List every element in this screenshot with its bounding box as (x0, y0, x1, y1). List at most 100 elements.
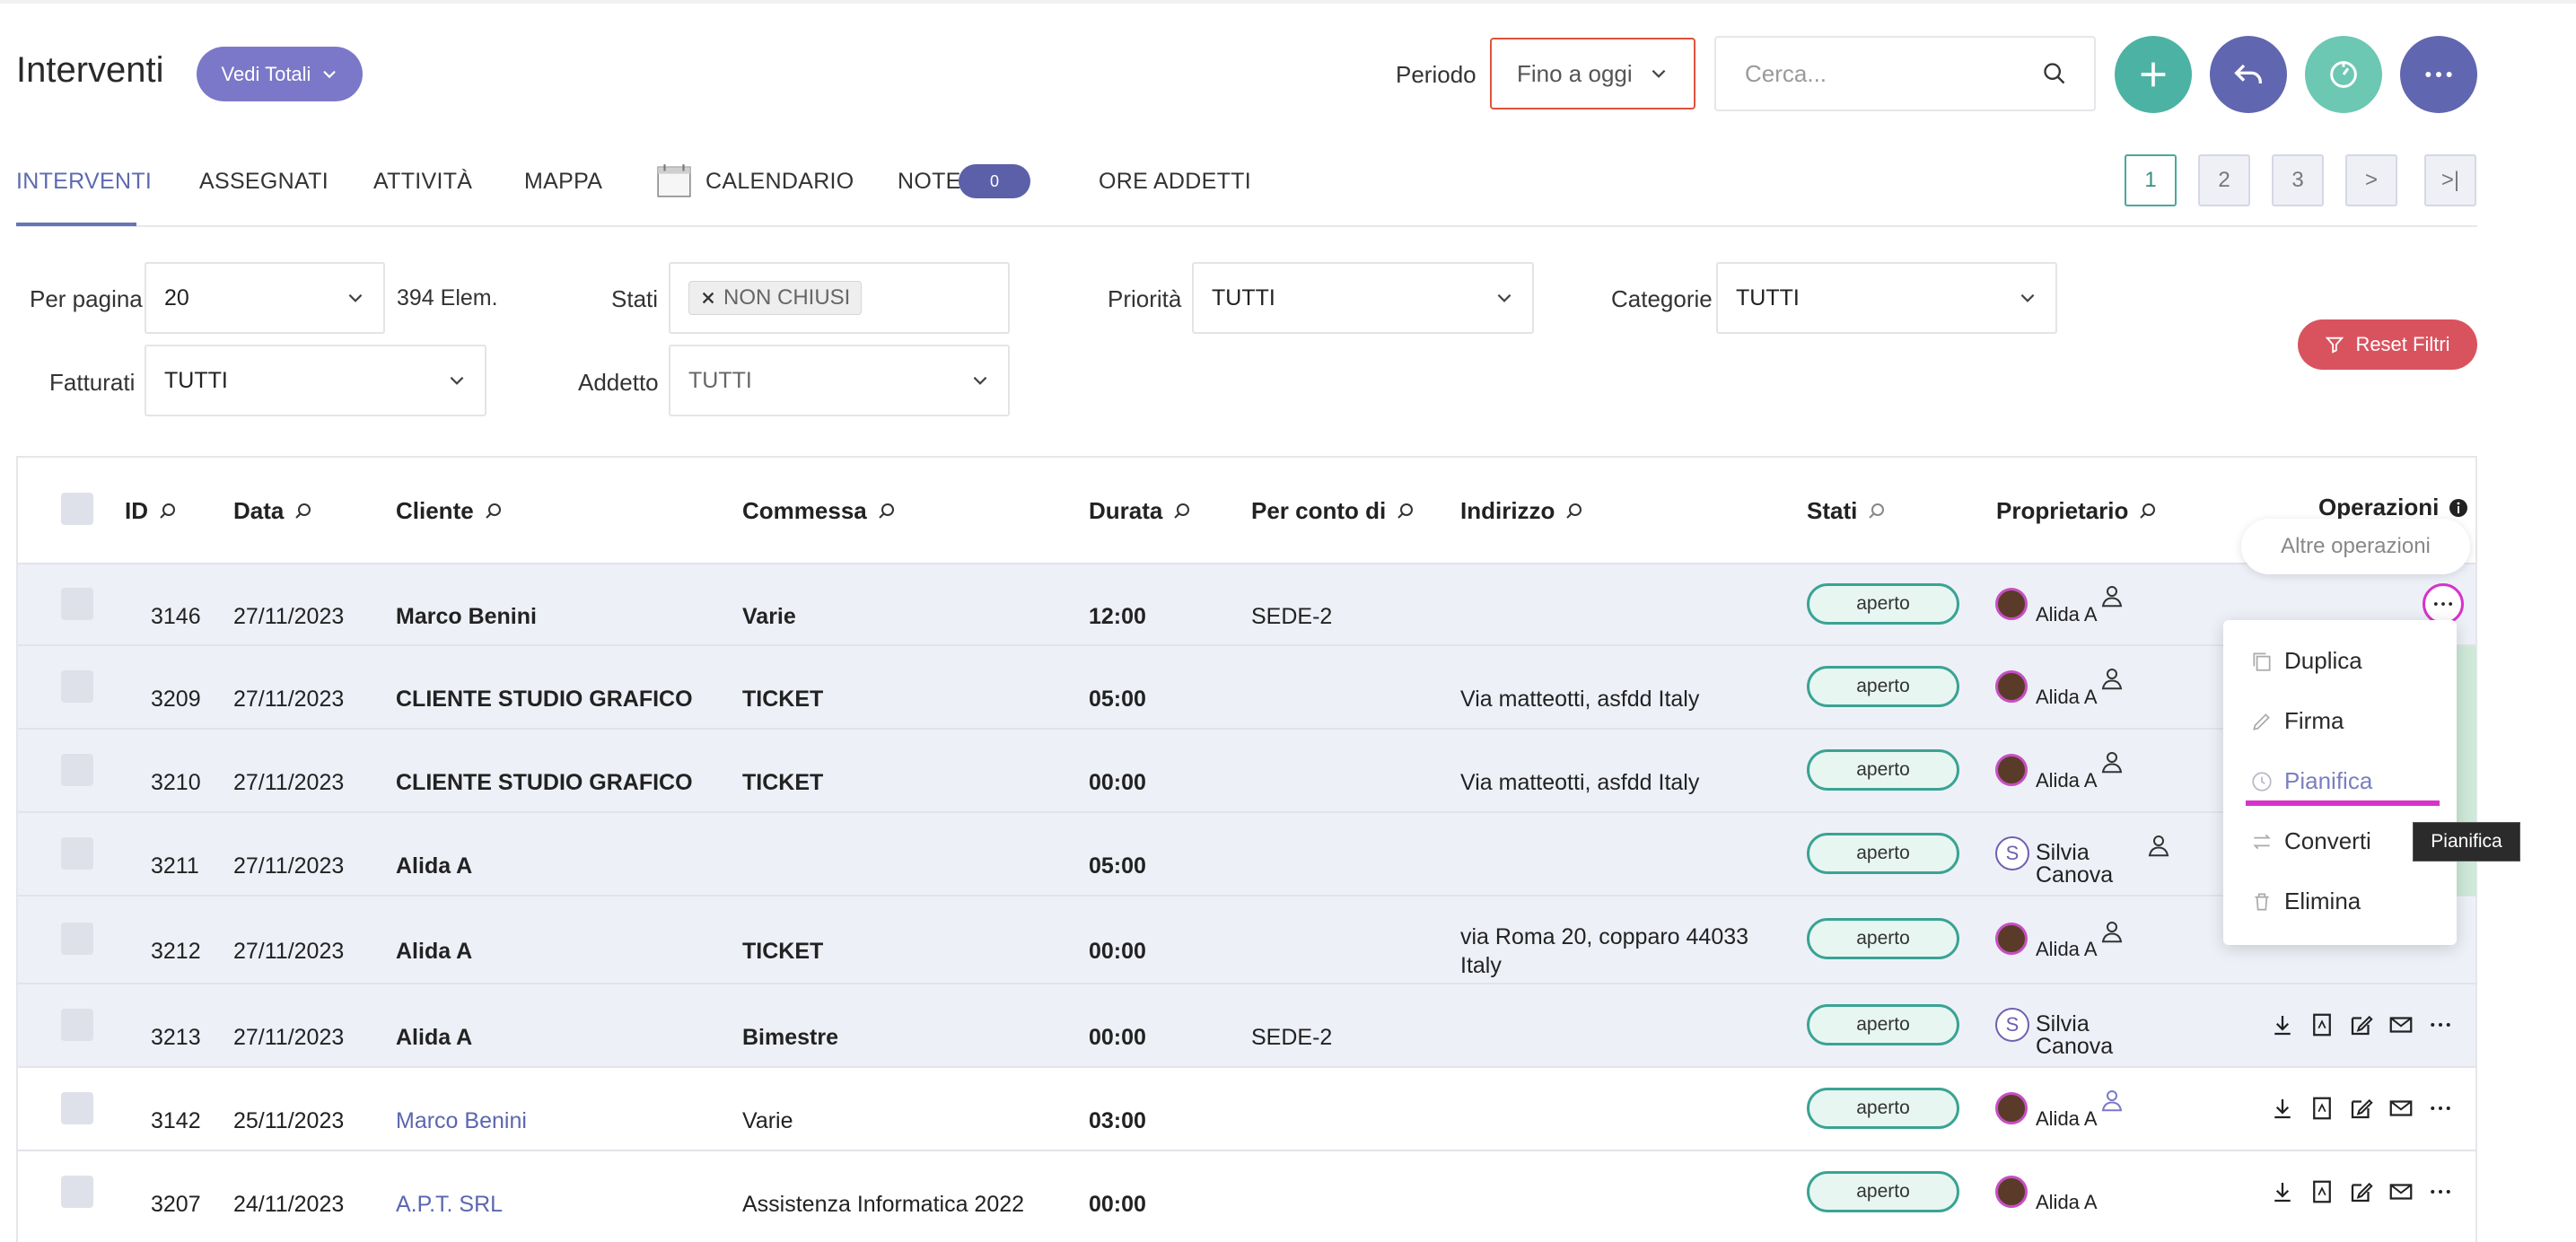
menu-item-elimina[interactable]: Elimina (2250, 888, 2361, 915)
row-checkbox[interactable] (61, 669, 93, 703)
header-durata[interactable]: Durata (1089, 497, 1193, 525)
row-checkbox[interactable] (61, 753, 93, 786)
search-input[interactable] (1743, 58, 2016, 89)
chevron-down-icon (1652, 69, 1666, 78)
tab-note[interactable]: NOTE (898, 169, 961, 195)
assign-user-icon[interactable] (2098, 1087, 2125, 1118)
header-indirizzo[interactable]: Indirizzo (1460, 497, 1585, 525)
edit-icon (2351, 1015, 2373, 1035)
search-icon (1174, 503, 1190, 519)
vedi-totali-label: Vedi Totali (221, 62, 311, 85)
owner-name: Silvia Canova (2036, 1011, 2114, 1059)
header-cliente[interactable]: Cliente (396, 497, 504, 525)
row-operations[interactable] (2269, 1011, 2454, 1038)
per-pagina-select[interactable]: 20 (145, 262, 385, 334)
tab-ore-addetti[interactable]: ORE ADDETTI (1099, 169, 1251, 195)
header-stati[interactable]: Stati (1807, 497, 1888, 525)
stati-select[interactable]: NON CHIUSI (669, 262, 1010, 334)
fatturati-label: Fatturati (49, 369, 136, 396)
tab-mappa[interactable]: MAPPA (524, 169, 602, 195)
assign-user-icon[interactable] (2098, 748, 2125, 780)
row-operations[interactable] (2269, 1095, 2454, 1122)
row-checkbox[interactable] (61, 1091, 93, 1124)
row-checkbox[interactable] (61, 587, 93, 620)
next-page-button[interactable]: > (2345, 154, 2397, 206)
chevron-down-icon (450, 376, 464, 385)
more-dots-icon (2431, 1106, 2450, 1110)
search-box[interactable] (1714, 36, 2096, 111)
row-checkbox[interactable] (61, 836, 93, 870)
row-cliente: CLIENTE STUDIO GRAFICO (396, 686, 693, 712)
periodo-select[interactable]: Fino a oggi (1490, 38, 1695, 109)
stati-chip[interactable]: NON CHIUSI (688, 281, 863, 315)
menu-item-converti[interactable]: Converti (2250, 827, 2371, 855)
row-checkbox[interactable] (61, 1008, 93, 1041)
owner-name: Alida A (2036, 1106, 2098, 1130)
assign-user-icon[interactable] (2098, 918, 2125, 949)
tab-interventi[interactable]: INTERVENTI (16, 169, 152, 195)
person-icon (2148, 835, 2169, 857)
row-more-button[interactable] (2423, 582, 2464, 625)
search-icon[interactable] (2042, 61, 2067, 86)
row-indirizzo: Via matteotti, asfdd Italy (1460, 686, 1700, 712)
periodo-value: Fino a oggi (1517, 59, 1633, 87)
assign-user-icon[interactable] (2098, 665, 2125, 696)
status-badge: aperto (1807, 918, 1959, 959)
more-dots-icon (2433, 601, 2453, 606)
search-icon (160, 503, 175, 519)
back-button[interactable] (2210, 36, 2287, 113)
menu-item-duplica[interactable]: Duplica (2250, 647, 2362, 675)
categorie-select[interactable]: TUTTI (1716, 262, 2057, 334)
chevron-down-icon (2020, 293, 2035, 302)
pianifica-tooltip: Pianifica (2413, 822, 2520, 862)
filter-icon (2326, 337, 2344, 354)
reset-filters-button[interactable]: Reset Filtri (2298, 319, 2477, 370)
header-data[interactable]: Data (233, 497, 314, 525)
header-id[interactable]: ID (125, 497, 179, 525)
row-cliente[interactable]: Marco Benini (396, 1108, 527, 1134)
operations-dropdown: Duplica Firma Pianifica Converti Elimina (2223, 620, 2457, 945)
assign-user-icon[interactable] (2145, 832, 2172, 863)
assign-user-icon[interactable] (2098, 582, 2125, 614)
row-checkbox[interactable] (61, 923, 93, 955)
vedi-totali-button[interactable]: Vedi Totali (197, 47, 363, 101)
row-cliente[interactable]: A.P.T. SRL (396, 1192, 503, 1218)
copy-icon (2253, 652, 2271, 671)
row-cliente: Alida A (396, 1024, 473, 1050)
addetto-select[interactable]: TUTTI (669, 345, 1010, 416)
more-button[interactable] (2400, 36, 2477, 113)
tab-calendario[interactable]: CALENDARIO (705, 169, 854, 195)
add-button[interactable] (2115, 36, 2192, 113)
close-icon[interactable] (700, 290, 716, 306)
status-badge: aperto (1807, 748, 1959, 791)
search-icon (295, 503, 311, 519)
owner-name: Alida A (2036, 602, 2098, 625)
more-dots-icon (2431, 1189, 2450, 1194)
tab-assegnati[interactable]: ASSEGNATI (199, 169, 329, 195)
row-id: 3207 (151, 1191, 201, 1217)
fatturati-select[interactable]: TUTTI (145, 345, 486, 416)
page-1-button[interactable]: 1 (2125, 154, 2177, 206)
avatar: S (1995, 835, 2029, 870)
menu-item-pianifica[interactable]: Pianifica (2250, 767, 2372, 795)
search-icon (879, 503, 894, 519)
page-2-button[interactable]: 2 (2198, 154, 2250, 206)
menu-item-firma[interactable]: Firma (2250, 707, 2344, 735)
status-badge: aperto (1807, 1087, 1959, 1129)
last-page-button[interactable]: >| (2424, 154, 2476, 206)
row-data: 27/11/2023 (233, 603, 345, 629)
priorita-select[interactable]: TUTTI (1192, 262, 1534, 334)
tab-attivita[interactable]: ATTIVITÀ (373, 169, 472, 195)
row-durata: 03:00 (1089, 1107, 1146, 1133)
row-checkbox[interactable] (61, 1175, 93, 1208)
person-icon (2101, 921, 2123, 942)
header-commessa[interactable]: Commessa (742, 497, 898, 525)
row-operations[interactable] (2269, 1178, 2454, 1205)
edit-icon (2351, 1098, 2373, 1118)
timer-button[interactable] (2305, 36, 2382, 113)
select-all-checkbox[interactable] (61, 493, 93, 525)
page-3-button[interactable]: 3 (2272, 154, 2324, 206)
table-row[interactable] (18, 1150, 2475, 1233)
header-per-conto-di[interactable]: Per conto di (1251, 497, 1416, 525)
header-proprietario[interactable]: Proprietario (1996, 497, 2159, 525)
